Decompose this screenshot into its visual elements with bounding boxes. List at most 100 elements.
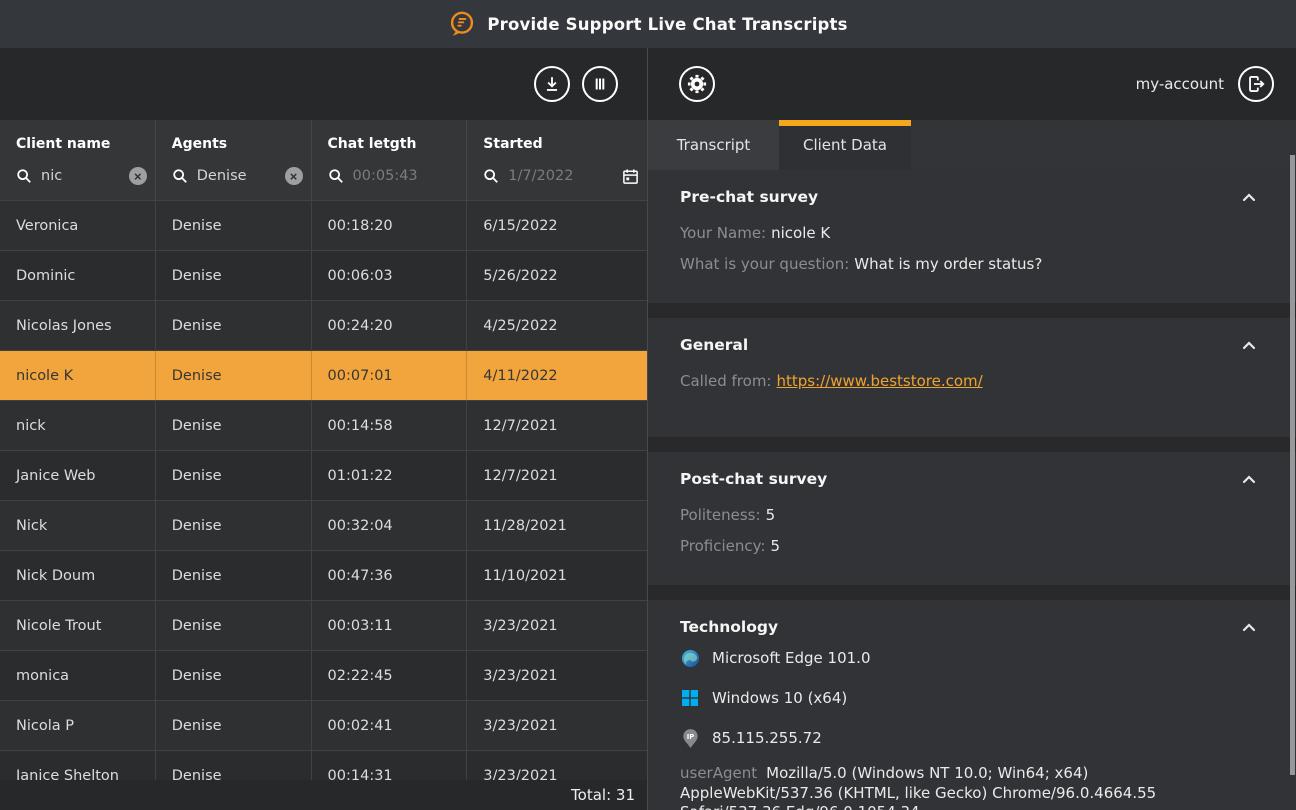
tech-value: Microsoft Edge 101.0: [712, 649, 871, 667]
cell-started: 4/11/2022: [466, 351, 647, 400]
field-label: Proficiency:: [680, 537, 765, 555]
section-header: Pre-chat survey: [680, 186, 1258, 208]
table-row[interactable]: DominicDenise00:06:035/26/2022: [0, 250, 647, 300]
section-header: Technology: [680, 616, 1258, 638]
tab-client-data[interactable]: Client Data: [779, 120, 911, 170]
table-row[interactable]: Nicola PDenise00:02:413/23/2021: [0, 700, 647, 750]
cell-started: 6/15/2022: [466, 201, 647, 250]
logout-button[interactable]: [1238, 66, 1274, 102]
cell-started: 5/26/2022: [466, 251, 647, 300]
section-title: General: [680, 336, 748, 354]
chevron-up-icon: [1242, 472, 1256, 487]
tech-item: Microsoft Edge 101.0: [680, 638, 1258, 678]
collapse-section-button[interactable]: [1240, 470, 1258, 489]
section-title: Post-chat survey: [680, 470, 827, 488]
column-started: Started: [466, 120, 647, 200]
left-toolbar: [0, 48, 647, 120]
table-row[interactable]: monicaDenise02:22:453/23/2021: [0, 650, 647, 700]
useragent-label: userAgent: [680, 764, 757, 782]
cell-agent: Denise: [155, 451, 311, 500]
collapse-section-button[interactable]: [1240, 336, 1258, 355]
search-icon: [16, 168, 32, 184]
table-header: Client name × Agents ×: [0, 120, 647, 200]
detail-panel: my-account Transcript Client Data Pre-ch…: [648, 48, 1296, 810]
table-row[interactable]: Nicole TroutDenise00:03:113/23/2021: [0, 600, 647, 650]
field-row: Your Name:nicole K: [680, 218, 1258, 249]
download-button[interactable]: [534, 66, 570, 102]
windows-icon: [680, 689, 700, 707]
page-title: Provide Support Live Chat Transcripts: [487, 15, 847, 34]
table-row[interactable]: Nick DoumDenise00:47:3611/10/2021: [0, 550, 647, 600]
cell-started: 3/23/2021: [466, 701, 647, 750]
field-value: nicole K: [771, 224, 830, 242]
chat-length-filter-input[interactable]: [353, 168, 459, 184]
gear-icon: [685, 72, 709, 96]
cell-length: 00:24:20: [311, 301, 467, 350]
client-name-filter-input[interactable]: [41, 168, 120, 184]
vertical-scrollbar[interactable]: [1290, 155, 1295, 775]
table-row[interactable]: Janice SheltonDenise00:14:313/23/2021: [0, 750, 647, 780]
called-from-link[interactable]: https://www.beststore.com/: [776, 372, 982, 390]
app-titlebar: Provide Support Live Chat Transcripts: [0, 0, 1296, 48]
columns-icon: [589, 73, 611, 95]
cell-agent: Denise: [155, 201, 311, 250]
cell-client: nick: [0, 401, 155, 450]
section-title: Pre-chat survey: [680, 188, 818, 206]
tab-transcript[interactable]: Transcript: [648, 120, 779, 170]
cell-agent: Denise: [155, 401, 311, 450]
collapse-section-button[interactable]: [1240, 618, 1258, 637]
column-header-started[interactable]: Started: [483, 136, 647, 152]
cell-started: 11/10/2021: [466, 551, 647, 600]
collapse-section-button[interactable]: [1240, 188, 1258, 207]
detail-tabs: Transcript Client Data: [648, 120, 1296, 170]
table-row[interactable]: nicole KDenise00:07:014/11/2022: [0, 350, 647, 400]
main-area: Client name × Agents ×: [0, 48, 1296, 810]
useragent-row: userAgentMozilla/5.0 (Windows NT 10.0; W…: [680, 764, 1225, 810]
section-general: GeneralCalled from:https://www.beststore…: [648, 318, 1296, 437]
calendar-icon: [622, 168, 639, 185]
cell-started: 4/25/2022: [466, 301, 647, 350]
section-pre-chat-survey: Pre-chat survey Your Name:nicole K What is…: [648, 170, 1296, 303]
table-row[interactable]: VeronicaDenise00:18:206/15/2022: [0, 200, 647, 250]
column-header-agents[interactable]: Agents: [172, 136, 311, 152]
ip-icon: IP: [680, 728, 700, 749]
cell-client: Janice Shelton: [0, 751, 155, 780]
table-row[interactable]: nickDenise00:14:5812/7/2021: [0, 400, 647, 450]
cell-client: nicole K: [0, 351, 155, 400]
agents-filter-input[interactable]: [197, 168, 276, 184]
field-row: Proficiency:5: [680, 531, 1258, 562]
column-chat-length: Chat letgth: [311, 120, 467, 200]
logout-icon: [1245, 73, 1267, 95]
client-data-content: Pre-chat survey Your Name:nicole K What is…: [648, 170, 1296, 810]
field-value: 5: [766, 506, 776, 524]
columns-button[interactable]: [582, 66, 618, 102]
column-agents: Agents ×: [155, 120, 311, 200]
column-header-chat-length[interactable]: Chat letgth: [328, 136, 467, 152]
search-icon: [172, 168, 188, 184]
right-toolbar: my-account: [648, 48, 1296, 120]
cell-agent: Denise: [155, 501, 311, 550]
tech-value: Windows 10 (x64): [712, 689, 847, 707]
settings-button[interactable]: [679, 66, 715, 102]
table-row[interactable]: NickDenise00:32:0411/28/2021: [0, 500, 647, 550]
started-filter-input[interactable]: [508, 168, 613, 184]
date-picker-button[interactable]: [622, 168, 639, 185]
cell-client: Nick Doum: [0, 551, 155, 600]
cell-started: 12/7/2021: [466, 451, 647, 500]
cell-started: 12/7/2021: [466, 401, 647, 450]
table-row[interactable]: Nicolas JonesDenise00:24:204/25/2022: [0, 300, 647, 350]
section-header: Post-chat survey: [680, 468, 1258, 490]
cell-agent: Denise: [155, 601, 311, 650]
cell-started: 3/23/2021: [466, 751, 647, 780]
column-header-client-name[interactable]: Client name: [16, 136, 155, 152]
cell-client: Janice Web: [0, 451, 155, 500]
field-label: Politeness:: [680, 506, 761, 524]
clear-filter-button[interactable]: ×: [285, 167, 303, 185]
account-name: my-account: [1136, 75, 1224, 93]
table-row[interactable]: Janice WebDenise01:01:2212/7/2021: [0, 450, 647, 500]
field-value: What is my order status?: [854, 255, 1042, 273]
field-label: What is your question:: [680, 255, 849, 273]
cell-client: Nicole Trout: [0, 601, 155, 650]
clear-filter-button[interactable]: ×: [129, 167, 147, 185]
client-name-filter: ×: [16, 164, 147, 188]
